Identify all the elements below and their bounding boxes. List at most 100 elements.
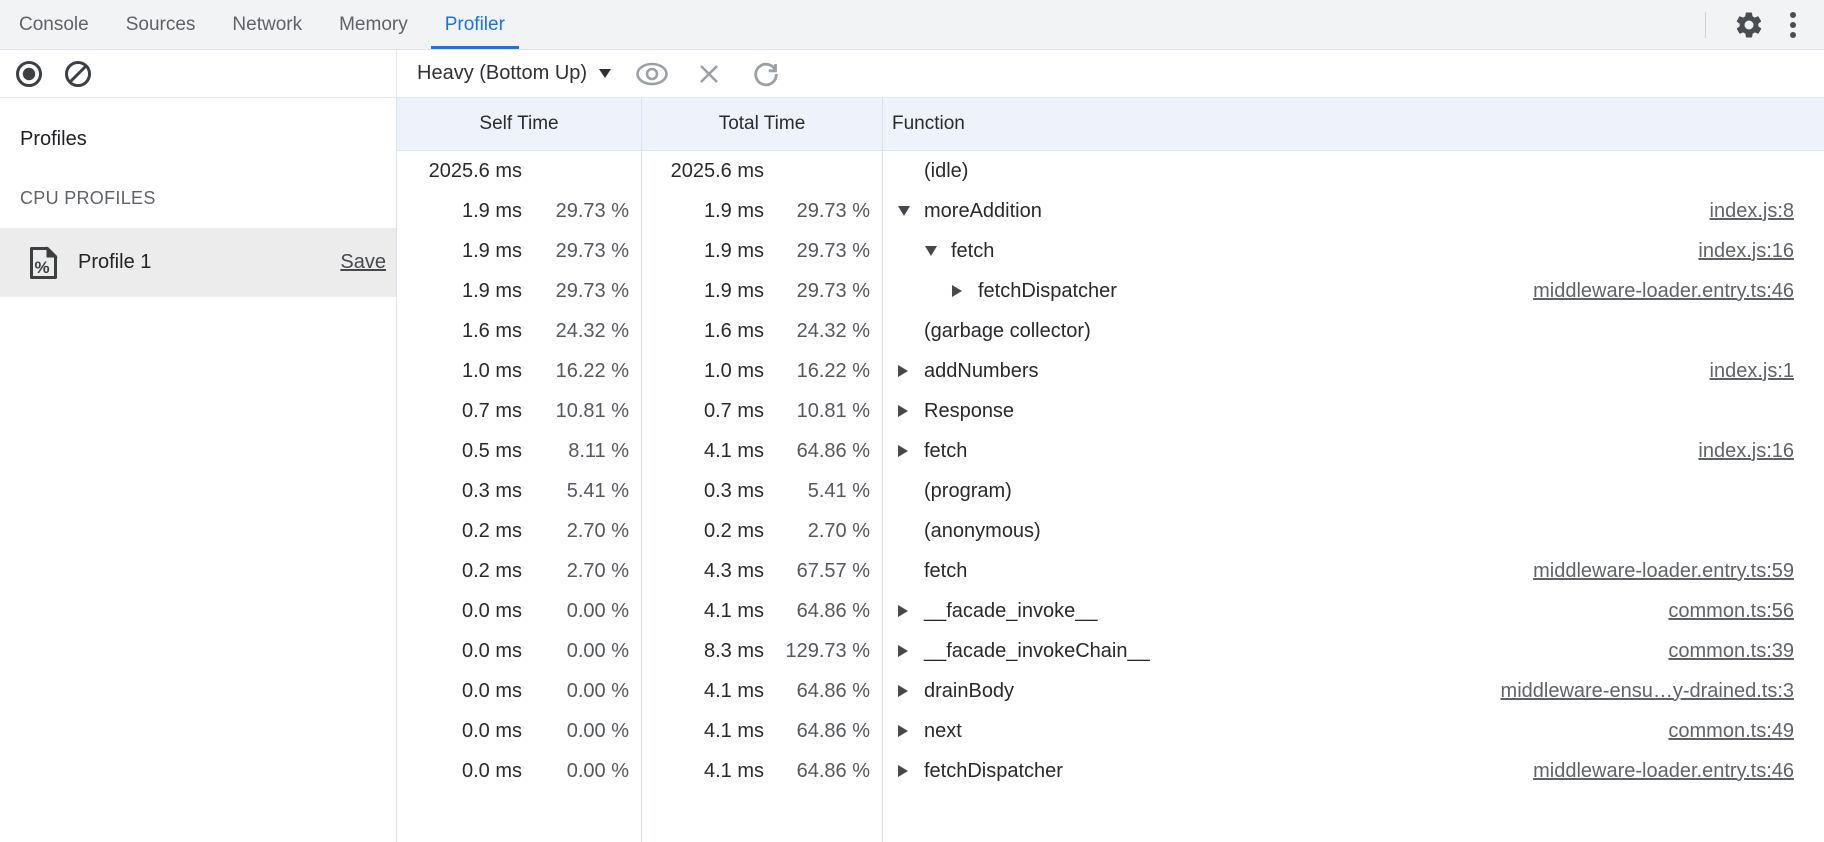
triangle-right-icon — [898, 765, 908, 777]
expand-arrow[interactable] — [898, 365, 924, 377]
table-row[interactable]: 0.3 ms5.41 %0.3 ms5.41 %(program) — [397, 471, 1824, 511]
table-row[interactable]: 0.0 ms0.00 %4.1 ms64.86 %fetchDispatcher… — [397, 751, 1824, 791]
tab-network[interactable]: Network — [218, 0, 316, 49]
expand-arrow[interactable] — [898, 645, 924, 657]
settings-button[interactable] — [1732, 8, 1766, 42]
total-time-value: 1.0 ms — [642, 360, 764, 383]
function-cell: addNumbers index.js:1 — [883, 351, 1824, 391]
source-link[interactable]: middleware-loader.entry.ts:59 — [1513, 560, 1794, 583]
total-time-percent: 29.73 % — [764, 200, 882, 223]
function-cell: (idle) — [883, 151, 1824, 191]
devtools-tabbar: ConsoleSourcesNetworkMemoryProfiler — [0, 0, 1824, 50]
total-time-cell: 4.1 ms64.86 % — [642, 751, 883, 791]
save-profile-link[interactable]: Save — [340, 251, 386, 274]
self-time-percent: 5.41 % — [522, 480, 641, 503]
total-time-cell: 4.1 ms64.86 % — [642, 431, 883, 471]
function-name: fetchDispatcher — [978, 280, 1117, 303]
grid-header: Self Time Total Time Function — [397, 98, 1824, 151]
source-link[interactable]: index.js:1 — [1690, 360, 1795, 383]
table-row[interactable]: 1.0 ms16.22 %1.0 ms16.22 % addNumbers inde… — [397, 351, 1824, 391]
column-header-function[interactable]: Function — [883, 98, 1824, 150]
expand-arrow[interactable] — [898, 685, 924, 697]
total-time-cell: 1.9 ms29.73 % — [642, 231, 883, 271]
self-time-cell: 0.7 ms10.81 % — [397, 391, 642, 431]
function-cell: (garbage collector) — [883, 311, 1824, 351]
table-row[interactable]: 0.2 ms2.70 %0.2 ms2.70 %(anonymous) — [397, 511, 1824, 551]
triangle-right-icon — [898, 605, 908, 617]
table-row[interactable]: 1.9 ms29.73 %1.9 ms29.73 %moreAdditionin… — [397, 191, 1824, 231]
total-time-cell: 1.9 ms29.73 % — [642, 271, 883, 311]
table-row[interactable]: 0.7 ms10.81 %0.7 ms10.81 %Response — [397, 391, 1824, 431]
chevron-down-icon — [599, 69, 611, 78]
source-link[interactable]: common.ts:56 — [1648, 600, 1794, 623]
self-time-percent: 0.00 % — [522, 680, 641, 703]
expand-arrow[interactable] — [898, 206, 924, 216]
tab-sources[interactable]: Sources — [112, 0, 210, 49]
total-time-value: 1.9 ms — [642, 240, 764, 263]
total-time-cell: 4.3 ms67.57 % — [642, 551, 883, 591]
self-time-cell: 0.0 ms0.00 % — [397, 671, 642, 711]
expand-arrow[interactable] — [898, 605, 924, 617]
triangle-right-icon — [898, 725, 908, 737]
function-cell: fetchindex.js:16 — [883, 431, 1824, 471]
total-time-value: 4.1 ms — [642, 440, 764, 463]
source-link[interactable]: index.js:16 — [1678, 440, 1794, 463]
more-options-button[interactable] — [1776, 8, 1810, 42]
column-header-total-time[interactable]: Total Time — [642, 98, 883, 150]
kebab-menu-icon — [1788, 8, 1798, 42]
expand-arrow[interactable] — [925, 246, 951, 256]
source-link[interactable]: index.js:8 — [1690, 200, 1795, 223]
table-row[interactable]: 0.0 ms0.00 %4.1 ms64.86 %drainBodymiddle… — [397, 671, 1824, 711]
total-time-value: 4.1 ms — [642, 760, 764, 783]
total-time-percent: 64.86 % — [764, 680, 882, 703]
column-header-self-time[interactable]: Self Time — [397, 98, 642, 150]
source-link[interactable]: middleware-loader.entry.ts:46 — [1513, 760, 1794, 783]
self-time-percent: 24.32 % — [522, 320, 641, 343]
function-cell: Response — [883, 391, 1824, 431]
source-link[interactable]: middleware-loader.entry.ts:46 — [1513, 280, 1794, 303]
table-row[interactable]: 0.2 ms2.70 %4.3 ms67.57 %fetchmiddleware… — [397, 551, 1824, 591]
self-time-value: 0.7 ms — [397, 400, 522, 423]
focus-selected-button[interactable] — [636, 58, 668, 90]
source-link[interactable]: index.js:16 — [1678, 240, 1794, 263]
self-time-cell: 1.0 ms16.22 % — [397, 351, 642, 391]
expand-arrow[interactable] — [898, 765, 924, 777]
self-time-value: 0.2 ms — [397, 520, 522, 543]
self-time-cell: 0.0 ms0.00 % — [397, 631, 642, 671]
source-link[interactable]: common.ts:39 — [1648, 640, 1794, 663]
sidebar-heading: Profiles — [20, 128, 396, 151]
total-time-percent: 5.41 % — [764, 480, 882, 503]
grid-filler-cell — [397, 791, 642, 842]
tab-profiler[interactable]: Profiler — [431, 0, 519, 49]
profiles-sidebar: Profiles CPU PROFILES % Profile 1 Save — [0, 98, 397, 842]
expand-arrow[interactable] — [898, 405, 924, 417]
total-time-value: 4.1 ms — [642, 680, 764, 703]
tab-memory[interactable]: Memory — [325, 0, 422, 49]
clear-button[interactable] — [64, 60, 92, 88]
tab-console[interactable]: Console — [5, 0, 103, 49]
table-row[interactable]: 2025.6 ms2025.6 ms(idle) — [397, 151, 1824, 191]
table-row[interactable]: 0.5 ms8.11 %4.1 ms64.86 %fetchindex.js:1… — [397, 431, 1824, 471]
self-time-cell: 0.2 ms2.70 % — [397, 511, 642, 551]
record-button[interactable] — [15, 60, 43, 88]
profile-data-grid: Self Time Total Time Function 2025.6 ms2… — [397, 98, 1824, 842]
table-row[interactable]: 0.0 ms0.00 %8.3 ms129.73 %__facade_invok… — [397, 631, 1824, 671]
sidebar-item-profile-1[interactable]: % Profile 1 Save — [0, 228, 396, 297]
source-link[interactable]: common.ts:49 — [1648, 720, 1794, 743]
expand-arrow[interactable] — [952, 285, 978, 297]
function-name: addNumbers — [924, 360, 1039, 383]
expand-arrow[interactable] — [898, 725, 924, 737]
exclude-selected-button[interactable] — [693, 58, 725, 90]
view-mode-dropdown[interactable]: Heavy (Bottom Up) — [417, 62, 611, 85]
function-name: __facade_invokeChain__ — [924, 640, 1150, 663]
table-row[interactable]: 1.9 ms29.73 %1.9 ms29.73 %fetchDispatche… — [397, 271, 1824, 311]
table-row[interactable]: 0.0 ms0.00 %4.1 ms64.86 %__facade_invoke… — [397, 591, 1824, 631]
source-link[interactable]: middleware-ensu…y-drained.ts:3 — [1481, 680, 1794, 703]
self-time-percent: 16.22 % — [522, 360, 641, 383]
self-time-percent: 29.73 % — [522, 280, 641, 303]
restore-all-button[interactable] — [750, 58, 782, 90]
table-row[interactable]: 0.0 ms0.00 %4.1 ms64.86 %nextcommon.ts:4… — [397, 711, 1824, 751]
table-row[interactable]: 1.6 ms24.32 %1.6 ms24.32 %(garbage colle… — [397, 311, 1824, 351]
expand-arrow[interactable] — [898, 445, 924, 457]
table-row[interactable]: 1.9 ms29.73 %1.9 ms29.73 %fetchindex.js:… — [397, 231, 1824, 271]
